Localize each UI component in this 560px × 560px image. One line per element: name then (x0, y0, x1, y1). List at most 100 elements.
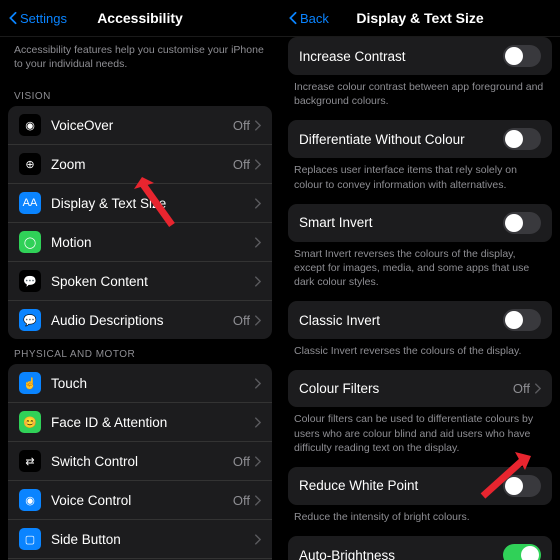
row-icon: ⇄ (19, 450, 41, 472)
row-label: Reduce White Point (299, 478, 503, 493)
row-label: Face ID & Attention (51, 415, 254, 430)
row-description: Increase colour contrast between app for… (280, 75, 560, 120)
setting-group: Differentiate Without Colour (288, 120, 552, 158)
row-value: Off (233, 157, 250, 172)
row-description: Reduce the intensity of bright colours. (280, 505, 560, 536)
row-label: Increase Contrast (299, 49, 503, 64)
page-title: Display & Text Size (356, 10, 483, 26)
back-label: Back (300, 11, 329, 26)
chevron-right-icon (254, 237, 261, 248)
settings-row[interactable]: ◯ Motion (8, 223, 272, 262)
settings-row[interactable]: Increase Contrast (288, 37, 552, 75)
row-icon: ▢ (19, 528, 41, 550)
row-label: Spoken Content (51, 274, 254, 289)
chevron-right-icon (254, 159, 261, 170)
row-label: Auto-Brightness (299, 548, 503, 560)
settings-row[interactable]: ◉ Voice ControlOff (8, 481, 272, 520)
settings-row[interactable]: Smart Invert (288, 204, 552, 242)
settings-row[interactable]: ◉ VoiceOverOff (8, 106, 272, 145)
row-label: Switch Control (51, 454, 233, 469)
header: Back Display & Text Size (280, 0, 560, 37)
accessibility-pane: Settings Accessibility Accessibility fea… (0, 0, 280, 560)
row-description: Classic Invert reverses the colours of t… (280, 339, 560, 370)
back-button[interactable]: Settings (8, 11, 67, 26)
chevron-right-icon (254, 198, 261, 209)
chevron-right-icon (254, 534, 261, 545)
chevron-right-icon (254, 315, 261, 326)
row-label: Voice Control (51, 493, 233, 508)
chevron-right-icon (254, 378, 261, 389)
settings-row[interactable]: AA Display & Text Size (8, 184, 272, 223)
vision-group: ◉VoiceOverOff⊕ZoomOffAADisplay & Text Si… (8, 106, 272, 339)
row-label: Motion (51, 235, 254, 250)
settings-row[interactable]: 💬 Audio DescriptionsOff (8, 301, 272, 339)
row-label: Side Button (51, 532, 254, 547)
row-label: Smart Invert (299, 215, 503, 230)
page-title: Accessibility (97, 10, 183, 26)
row-description: Smart Invert reverses the colours of the… (280, 242, 560, 302)
chevron-right-icon (254, 276, 261, 287)
settings-row[interactable]: Auto-Brightness (288, 536, 552, 560)
settings-row[interactable]: Differentiate Without Colour (288, 120, 552, 158)
setting-group: Smart Invert (288, 204, 552, 242)
physical-group: ☝ Touch 😊 Face ID & Attention ⇄ Switch Contro… (8, 364, 272, 560)
row-icon: 💬 (19, 270, 41, 292)
row-icon: AA (19, 192, 41, 214)
toggle[interactable] (503, 544, 541, 560)
toggle[interactable] (503, 212, 541, 234)
row-description: Replaces user interface items that rely … (280, 158, 560, 203)
toggle[interactable] (503, 45, 541, 67)
row-icon: ◉ (19, 114, 41, 136)
row-label: Touch (51, 376, 254, 391)
row-icon: ◉ (19, 489, 41, 511)
toggle[interactable] (503, 475, 541, 497)
chevron-right-icon (254, 495, 261, 506)
row-label: Classic Invert (299, 313, 503, 328)
row-value: Off (233, 118, 250, 133)
display-text-pane: Back Display & Text Size Increase Contra… (280, 0, 560, 560)
settings-row[interactable]: ☝ Touch (8, 364, 272, 403)
settings-row[interactable]: ▢ Side Button (8, 520, 272, 559)
group-header-physical: PHYSICAL AND MOTOR (0, 339, 280, 364)
row-icon: 😊 (19, 411, 41, 433)
row-value: Off (233, 454, 250, 469)
settings-row[interactable]: Classic Invert (288, 301, 552, 339)
intro-text: Accessibility features help you customis… (0, 37, 280, 81)
header: Settings Accessibility (0, 0, 280, 37)
row-description: Colour filters can be used to differenti… (280, 407, 560, 467)
group-header-vision: VISION (0, 81, 280, 106)
chevron-left-icon (8, 11, 18, 25)
row-value: Off (513, 381, 530, 396)
settings-row[interactable]: Reduce White Point (288, 467, 552, 505)
chevron-right-icon (534, 383, 541, 394)
toggle[interactable] (503, 309, 541, 331)
row-icon: ☝ (19, 372, 41, 394)
setting-group: Increase Contrast (288, 37, 552, 75)
setting-group: Reduce White Point (288, 467, 552, 505)
row-icon: 💬 (19, 309, 41, 331)
chevron-right-icon (254, 120, 261, 131)
settings-row[interactable]: 💬 Spoken Content (8, 262, 272, 301)
chevron-right-icon (254, 417, 261, 428)
row-label: Differentiate Without Colour (299, 132, 503, 147)
settings-row[interactable]: 😊 Face ID & Attention (8, 403, 272, 442)
chevron-right-icon (254, 456, 261, 467)
row-value: Off (233, 313, 250, 328)
toggle[interactable] (503, 128, 541, 150)
row-label: Audio Descriptions (51, 313, 233, 328)
row-label: Zoom (51, 157, 233, 172)
settings-row[interactable]: Colour FiltersOff (288, 370, 552, 407)
setting-group: Colour FiltersOff (288, 370, 552, 407)
settings-row[interactable]: ⊕ ZoomOff (8, 145, 272, 184)
settings-row[interactable]: ⇄ Switch ControlOff (8, 442, 272, 481)
row-label: Colour Filters (299, 381, 513, 396)
setting-group: Classic Invert (288, 301, 552, 339)
row-icon: ⊕ (19, 153, 41, 175)
row-icon: ◯ (19, 231, 41, 253)
row-label: VoiceOver (51, 118, 233, 133)
back-label: Settings (20, 11, 67, 26)
row-value: Off (233, 493, 250, 508)
row-label: Display & Text Size (51, 196, 254, 211)
chevron-left-icon (288, 11, 298, 25)
back-button[interactable]: Back (288, 11, 329, 26)
